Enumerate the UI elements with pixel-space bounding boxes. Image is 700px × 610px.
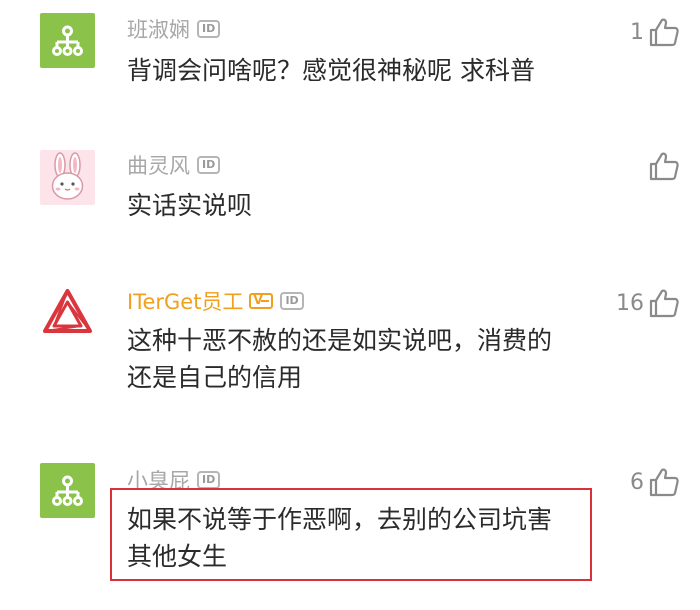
like-count: 6 bbox=[630, 469, 644, 495]
like-button[interactable]: 1 bbox=[630, 16, 680, 48]
like-count: 1 bbox=[630, 19, 644, 45]
like-button[interactable]: 16 bbox=[616, 287, 680, 319]
id-badge: ID bbox=[197, 471, 221, 489]
comment-text: 实话实说呗 bbox=[127, 191, 253, 220]
id-badge: ID bbox=[280, 292, 304, 310]
verified-v-icon: V bbox=[249, 293, 274, 309]
username[interactable]: ITerGet员工 bbox=[127, 286, 243, 316]
id-badge: ID bbox=[197, 20, 221, 38]
username-line: 曲灵风 ID bbox=[127, 150, 221, 180]
thumbs-up-icon bbox=[649, 468, 679, 497]
triangle-logo-icon bbox=[43, 289, 92, 333]
thumbs-up-icon bbox=[649, 18, 679, 47]
like-button[interactable] bbox=[644, 150, 680, 182]
username[interactable]: 曲灵风 bbox=[127, 150, 190, 180]
username-line: ITerGet员工 V ID bbox=[127, 287, 304, 315]
thumbs-up-icon bbox=[649, 152, 679, 181]
rabbit-icon bbox=[51, 152, 84, 200]
avatar[interactable] bbox=[40, 285, 95, 340]
like-count: 16 bbox=[616, 290, 644, 316]
comment-text: 这种十恶不赦的还是如实说吧，消费的 还是自己的信用 bbox=[127, 326, 553, 392]
avatar[interactable] bbox=[40, 150, 95, 205]
tree-network-icon bbox=[52, 25, 83, 56]
like-button[interactable]: 6 bbox=[630, 466, 680, 498]
highlight-box bbox=[110, 488, 592, 581]
avatar[interactable] bbox=[40, 463, 95, 518]
thumbs-up-icon bbox=[649, 289, 679, 318]
id-badge: ID bbox=[197, 156, 221, 174]
username-line: 班淑娴 ID bbox=[127, 14, 221, 44]
comment-text: 背调会问啥呢？感觉很神秘呢 求科普 bbox=[127, 56, 535, 85]
tree-network-icon bbox=[52, 475, 83, 506]
username[interactable]: 班淑娴 bbox=[127, 14, 190, 44]
avatar[interactable] bbox=[40, 13, 95, 68]
